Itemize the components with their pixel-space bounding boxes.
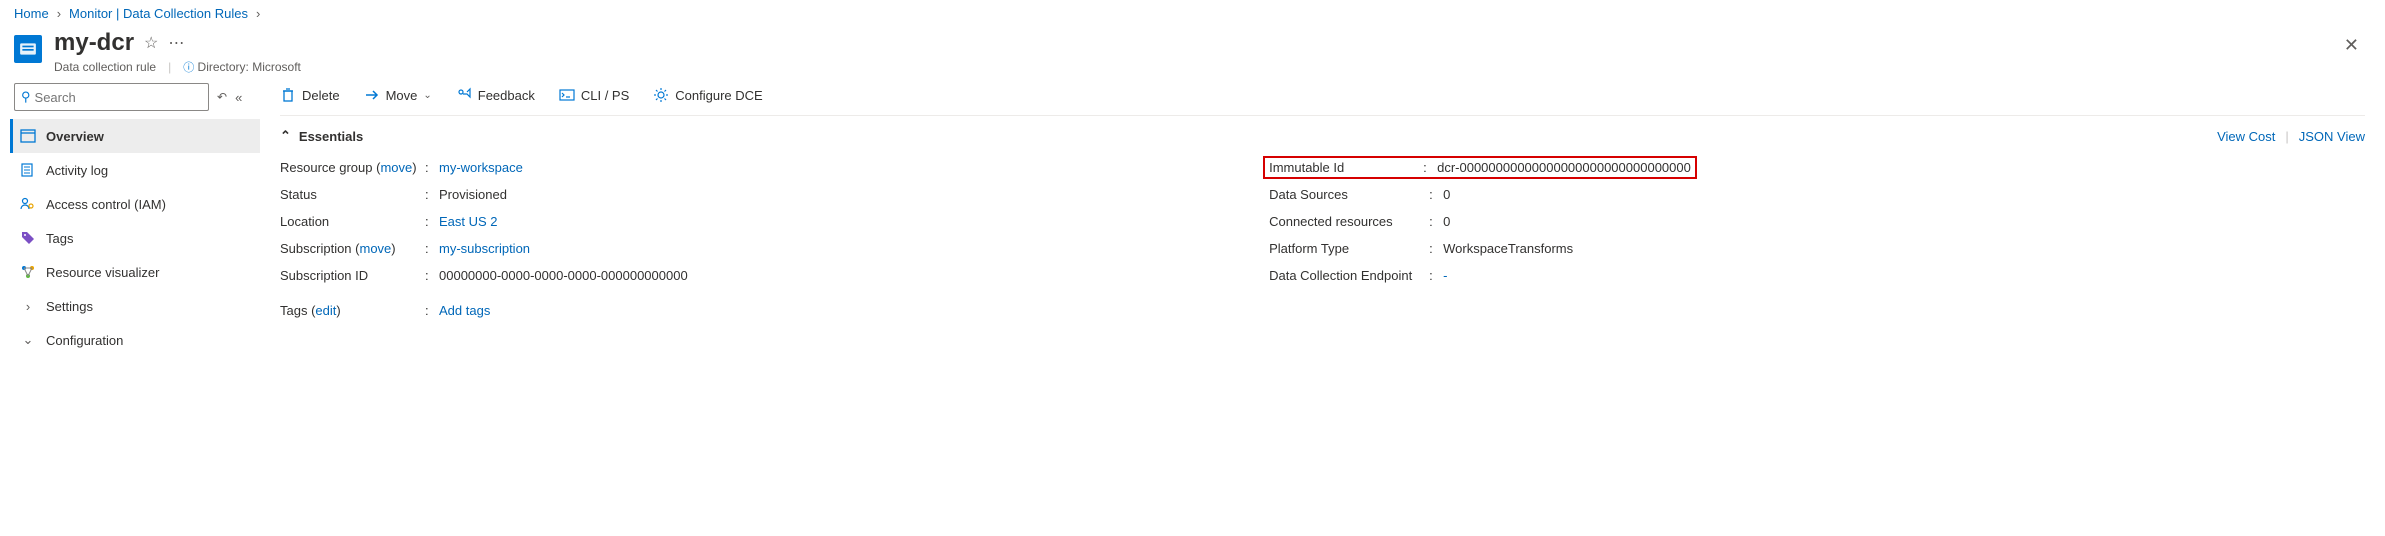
move-sub-link[interactable]: move xyxy=(360,241,392,256)
arrow-right-icon xyxy=(364,87,380,103)
resource-group-link[interactable]: my-workspace xyxy=(439,160,523,175)
delete-button[interactable]: Delete xyxy=(280,87,340,103)
activity-log-icon xyxy=(20,162,36,178)
close-icon[interactable]: ✕ xyxy=(2332,29,2371,62)
sidebar-item-label: Activity log xyxy=(46,163,108,178)
collapse-sidebar-icon[interactable]: « xyxy=(235,90,242,105)
resource-icon xyxy=(14,35,42,63)
breadcrumb-home[interactable]: Home xyxy=(14,6,49,21)
kv-key-status: Status xyxy=(280,187,425,202)
json-view-link[interactable]: JSON View xyxy=(2299,129,2365,144)
kv-val-immutable-id: dcr-00000000000000000000000000000000 xyxy=(1437,160,1691,175)
edit-tags-link[interactable]: edit xyxy=(315,303,336,318)
kv-key-resource-group: Resource group (move) xyxy=(280,160,425,175)
move-rg-link[interactable]: move xyxy=(380,160,412,175)
toolbar-label: Move xyxy=(386,88,418,103)
favorite-star-icon[interactable]: ☆ xyxy=(144,33,158,53)
main-pane: Delete Move ⌄ Feedback CLI / PS Configur… xyxy=(260,83,2385,357)
chevron-down-icon: ⌄ xyxy=(20,332,36,348)
kv-val-status: Provisioned xyxy=(439,187,1239,202)
location-link[interactable]: East US 2 xyxy=(439,214,498,229)
sidebar-item-label: Overview xyxy=(46,129,104,144)
chevron-right-icon: › xyxy=(20,298,36,314)
resource-visualizer-icon xyxy=(20,264,36,280)
kv-key-tags: Tags (edit) xyxy=(280,303,425,318)
kv-val-platform-type: WorkspaceTransforms xyxy=(1443,241,2228,256)
breadcrumb-monitor[interactable]: Monitor | Data Collection Rules xyxy=(69,6,248,21)
sidebar-search[interactable]: ⚲ xyxy=(14,83,209,111)
add-tags-link[interactable]: Add tags xyxy=(439,303,490,318)
chevron-up-icon: ⌃ xyxy=(280,128,291,144)
search-input[interactable] xyxy=(35,90,202,105)
sidebar-item-label: Configuration xyxy=(46,333,123,348)
sidebar-item-label: Tags xyxy=(46,231,73,246)
trash-icon xyxy=(280,87,296,103)
kv-key-data-sources: Data Sources xyxy=(1269,187,1429,202)
sidebar-item-label: Settings xyxy=(46,299,93,314)
page-title: my-dcr xyxy=(54,29,134,57)
directory-label: Directory: Microsoft xyxy=(198,60,301,74)
kv-val-connected-resources: 0 xyxy=(1443,214,2228,229)
feedback-button[interactable]: Feedback xyxy=(456,87,535,103)
sidebar-item-configuration[interactable]: ⌄ Configuration xyxy=(10,323,260,357)
breadcrumb: Home › Monitor | Data Collection Rules › xyxy=(0,0,2385,27)
resource-type-label: Data collection rule xyxy=(54,60,156,74)
expand-collapse-icon[interactable]: ↶ xyxy=(217,90,227,104)
chevron-down-icon: ⌄ xyxy=(423,90,431,101)
kv-val-subscription-id: 00000000-0000-0000-0000-000000000000 xyxy=(439,268,1239,283)
kv-key-subscription-id: Subscription ID xyxy=(280,268,425,283)
tags-icon xyxy=(20,230,36,246)
toolbar-label: Configure DCE xyxy=(675,88,762,103)
toolbar-label: Delete xyxy=(302,88,340,103)
feedback-icon xyxy=(456,87,472,103)
toolbar: Delete Move ⌄ Feedback CLI / PS Configur… xyxy=(280,83,2365,115)
kv-key-location: Location xyxy=(280,214,425,229)
search-icon: ⚲ xyxy=(21,89,31,105)
gear-icon xyxy=(653,87,669,103)
sidebar-item-label: Access control (IAM) xyxy=(46,197,166,212)
terminal-icon xyxy=(559,87,575,103)
sidebar-item-resource-visualizer[interactable]: Resource visualizer xyxy=(10,255,260,289)
sidebar-item-access-control[interactable]: Access control (IAM) xyxy=(10,187,260,221)
sidebar-item-overview[interactable]: Overview xyxy=(10,119,260,153)
header: my-dcr ☆ ⋯ Data collection rule | ⓘ Dire… xyxy=(0,27,2385,83)
overview-icon xyxy=(20,128,36,144)
toolbar-label: Feedback xyxy=(478,88,535,103)
chevron-right-icon: › xyxy=(256,6,260,21)
toolbar-label: CLI / PS xyxy=(581,88,629,103)
essentials-toggle[interactable]: ⌃ Essentials xyxy=(280,128,363,144)
access-control-icon xyxy=(20,196,36,212)
sidebar-item-activity-log[interactable]: Activity log xyxy=(10,153,260,187)
subscription-link[interactable]: my-subscription xyxy=(439,241,530,256)
sidebar-item-settings[interactable]: › Settings xyxy=(10,289,260,323)
essentials-label: Essentials xyxy=(299,129,363,144)
kv-key-platform-type: Platform Type xyxy=(1269,241,1429,256)
kv-key-dce: Data Collection Endpoint xyxy=(1269,268,1429,283)
configure-dce-button[interactable]: Configure DCE xyxy=(653,87,762,103)
sidebar: ⚲ ↶ « Overview Activity log Access contr… xyxy=(0,83,260,357)
kv-key-subscription: Subscription (move) xyxy=(280,241,425,256)
move-button[interactable]: Move ⌄ xyxy=(364,87,432,103)
cli-button[interactable]: CLI / PS xyxy=(559,87,629,103)
kv-val-data-sources: 0 xyxy=(1443,187,2228,202)
kv-key-immutable-id: Immutable Id xyxy=(1269,160,1423,175)
sidebar-item-tags[interactable]: Tags xyxy=(10,221,260,255)
chevron-right-icon: › xyxy=(57,6,61,21)
kv-key-connected-resources: Connected resources xyxy=(1269,214,1429,229)
immutable-id-highlight: Immutable Id : dcr-000000000000000000000… xyxy=(1263,156,1697,179)
more-actions-icon[interactable]: ⋯ xyxy=(168,33,184,53)
sidebar-item-label: Resource visualizer xyxy=(46,265,159,280)
dce-link[interactable]: - xyxy=(1443,268,1447,283)
view-cost-link[interactable]: View Cost xyxy=(2217,129,2275,144)
info-icon: ⓘ xyxy=(183,62,194,74)
essentials-grid: Resource group (move) : my-workspace Sta… xyxy=(280,150,2365,324)
